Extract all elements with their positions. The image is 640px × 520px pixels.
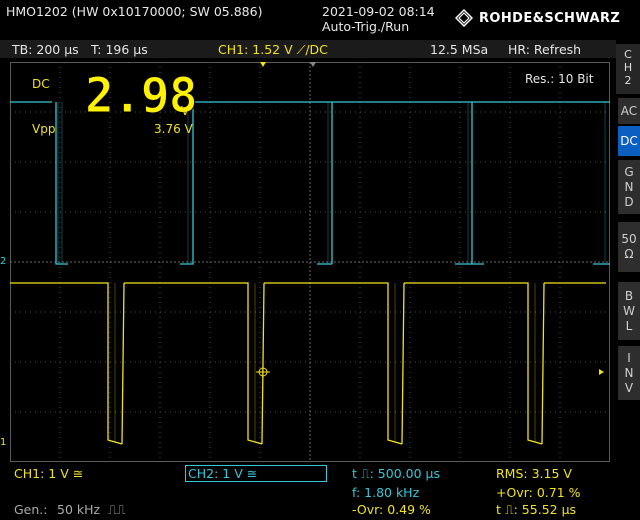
acquisition-mode[interactable]: HR: Refresh: [508, 42, 581, 57]
coupling-label: DC: [32, 77, 50, 91]
bwl-button[interactable]: B W L: [618, 282, 640, 340]
sample-rate[interactable]: 12.5 MSa: [430, 42, 488, 57]
ch2-level-marker[interactable]: 2: [0, 256, 6, 267]
rms-measurement: RMS: 3.15 V: [496, 466, 572, 481]
brand-logo: ROHDE&SCHWARZ: [455, 9, 620, 27]
generator-wave-icon[interactable]: ⎍⎍: [108, 502, 126, 518]
trigger-time[interactable]: T: 196 µs: [91, 42, 148, 57]
date-time: 2021-09-02 08:14: [322, 4, 435, 19]
gnd-button[interactable]: G N D: [618, 160, 640, 214]
dc-coupling-button[interactable]: DC: [618, 126, 640, 156]
pulse-high-measurement: t ⎍: 500.00 µs: [352, 466, 440, 481]
instrument-title: HMO1202 (HW 0x10170000; SW 05.886): [6, 4, 263, 19]
measurement-value: 2.98: [85, 68, 199, 124]
rs-diamond-icon: [455, 9, 473, 27]
neg-overshoot-measurement: -Ovr: 0.49 %: [352, 502, 431, 517]
ac-coupling-button[interactable]: AC: [618, 98, 640, 124]
vpp-value: 3.76 V: [154, 122, 193, 136]
trigger-setting[interactable]: CH1: 1.52 V ⟋/DC: [218, 42, 328, 58]
vpp-label: Vpp: [32, 122, 56, 136]
ch1-setting[interactable]: CH1: 1 V ≅: [14, 466, 83, 481]
ch1-level-marker[interactable]: 1: [0, 437, 6, 448]
frequency-measurement: f: 1.80 kHz: [352, 485, 420, 500]
pulse-low-measurement: t ⎍: 55.52 µs: [496, 502, 577, 517]
brand-name: ROHDE&SCHWARZ: [479, 10, 621, 26]
resolution-label: Res.: 10 Bit: [525, 72, 594, 86]
status-block: 2021-09-02 08:14 Auto-Trig./Run: [322, 4, 435, 34]
ch2-setting[interactable]: CH2: 1 V ≅: [188, 466, 257, 481]
50-ohm-button[interactable]: 50 Ω: [618, 222, 640, 272]
trigger-status: Auto-Trig./Run: [322, 19, 410, 34]
generator-frequency[interactable]: 50 kHz: [57, 502, 100, 517]
channel-tab-ch2[interactable]: C H 2: [616, 44, 640, 94]
timebase[interactable]: TB: 200 µs: [12, 42, 79, 57]
pos-overshoot-measurement: +Ovr: 0.71 %: [496, 485, 581, 500]
invert-button[interactable]: I N V: [618, 346, 640, 400]
generator-label: Gen.:: [14, 502, 48, 517]
measurement-unit: V: [181, 104, 190, 118]
